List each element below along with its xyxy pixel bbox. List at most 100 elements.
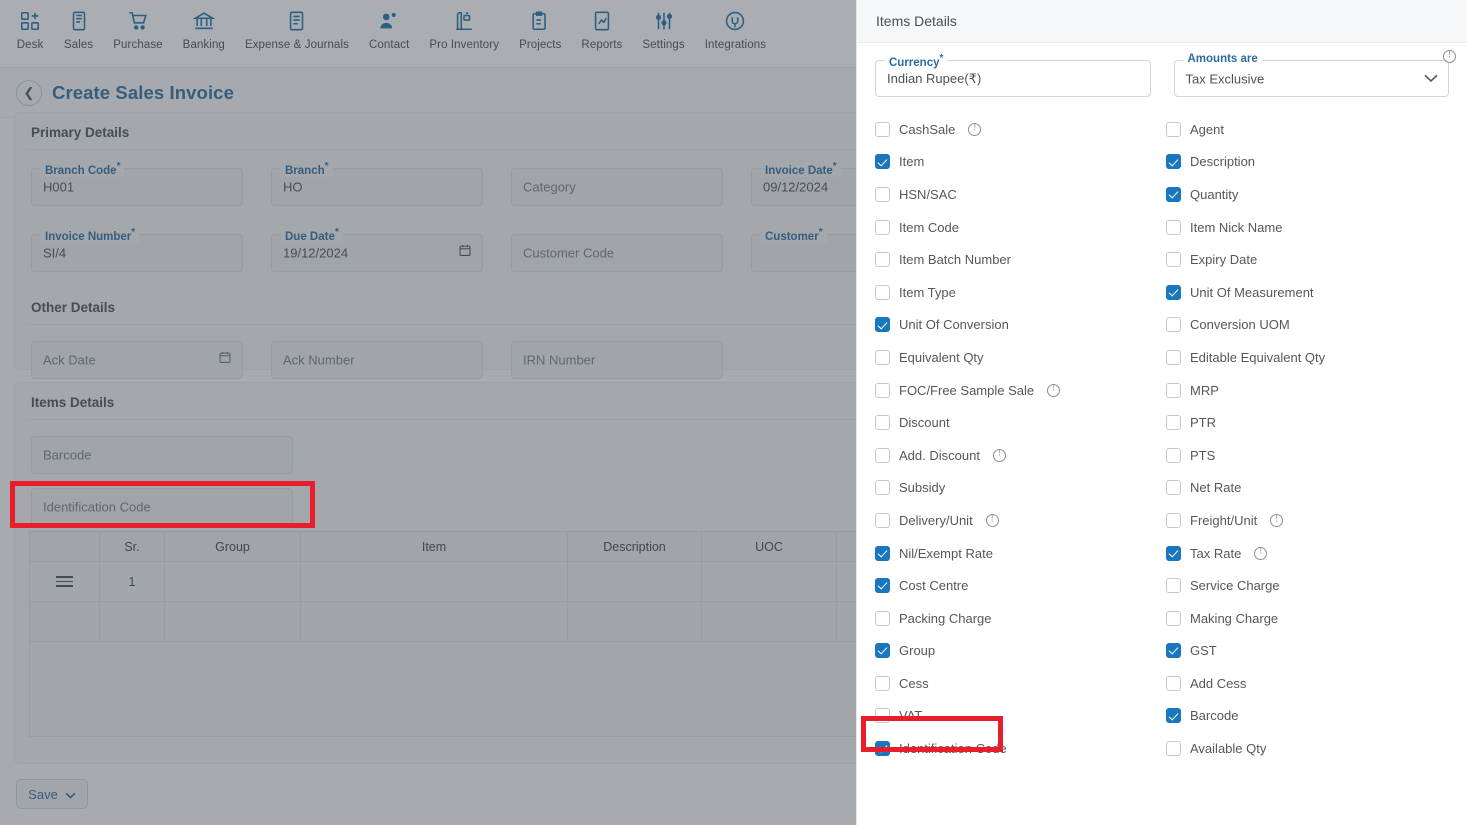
checkbox-item-conversion-uom[interactable]: Conversion UOM [1166,309,1449,342]
checkbox-item-quantity[interactable]: Quantity [1166,178,1449,211]
checkbox-icon[interactable] [1166,317,1181,333]
checkbox-item-add-cess[interactable]: Add Cess [1166,667,1449,700]
irn-number-field[interactable]: IRN Number [511,341,723,379]
checkbox-item-subsidy[interactable]: Subsidy [875,472,1166,505]
nav-item-projects[interactable]: Projects [509,0,571,51]
info-icon[interactable]: ! [985,513,999,527]
customer-code-field[interactable]: Customer Code [511,234,723,272]
checkbox-icon[interactable] [875,284,890,300]
checkbox-item-equivalent-qty[interactable]: Equivalent Qty [875,341,1166,374]
identification-code-field[interactable]: Identification Code [31,488,293,526]
nav-item-desk[interactable]: Desk [6,0,54,51]
branch-field[interactable]: Branch* HO [271,161,483,206]
checkbox-item-item-code[interactable]: Item Code [875,211,1166,244]
checkbox-icon[interactable] [875,382,890,398]
checkbox-item-packing-charge[interactable]: Packing Charge [875,602,1166,635]
nav-item-reports[interactable]: Reports [571,0,632,51]
checkbox-item-cess[interactable]: Cess [875,667,1166,700]
calendar-icon[interactable] [218,350,232,370]
checkbox-icon[interactable] [1166,382,1181,398]
checkbox-item-cost-centre[interactable]: Cost Centre [875,569,1166,602]
checkbox-item-item-batch-number[interactable]: Item Batch Number [875,243,1166,276]
checkbox-icon[interactable] [1166,643,1181,659]
chevron-down-icon[interactable] [1424,70,1438,88]
checkbox-item-nil-exempt-rate[interactable]: Nil/Exempt Rate [875,537,1166,570]
category-field[interactable]: Category [511,168,723,206]
checkbox-item-add-discount[interactable]: Add. Discount! [875,439,1166,472]
checkbox-item-description[interactable]: Description [1166,146,1449,179]
checkbox-icon[interactable] [875,154,890,170]
checkbox-item-delivery-unit[interactable]: Delivery/Unit! [875,504,1166,537]
checkbox-item-service-charge[interactable]: Service Charge [1166,569,1449,602]
checkbox-item-cashsale[interactable]: CashSale! [875,113,1166,146]
checkbox-icon[interactable] [1166,708,1181,724]
checkbox-item-making-charge[interactable]: Making Charge [1166,602,1449,635]
checkbox-icon[interactable] [875,708,890,724]
checkbox-icon[interactable] [1166,219,1181,235]
checkbox-icon[interactable] [875,480,890,496]
checkbox-icon[interactable] [875,415,890,431]
checkbox-item-item[interactable]: Item [875,146,1166,179]
checkbox-icon[interactable] [1166,610,1181,626]
due-date-field[interactable]: Due Date* 19/12/2024 [271,227,483,272]
row-drag-handle[interactable] [30,562,100,601]
cell-group[interactable] [165,562,301,601]
checkbox-item-ptr[interactable]: PTR [1166,406,1449,439]
checkbox-icon[interactable] [1166,447,1181,463]
amounts-are-field[interactable]: Amounts are Tax Exclusive ! [1173,50,1456,97]
barcode-field[interactable]: Barcode [31,436,293,474]
checkbox-icon[interactable] [1166,545,1181,561]
checkbox-item-group[interactable]: Group [875,635,1166,668]
checkbox-item-tax-rate[interactable]: Tax Rate! [1166,537,1449,570]
checkbox-item-barcode[interactable]: Barcode [1166,700,1449,733]
ack-date-field[interactable]: Ack Date [31,341,243,379]
customer-field[interactable]: Customer* [751,227,856,272]
checkbox-icon[interactable] [875,578,890,594]
currency-field[interactable]: Currency* Indian Rupee(₹) [875,53,1151,97]
checkbox-icon[interactable] [875,675,890,691]
checkbox-icon[interactable] [1166,186,1181,202]
ack-number-field[interactable]: Ack Number [271,341,483,379]
checkbox-item-item-type[interactable]: Item Type [875,276,1166,309]
checkbox-icon[interactable] [1166,480,1181,496]
checkbox-icon[interactable] [1166,252,1181,268]
checkbox-icon[interactable] [1166,284,1181,300]
checkbox-icon[interactable] [1166,675,1181,691]
checkbox-icon[interactable] [875,186,890,202]
checkbox-icon[interactable] [1166,154,1181,170]
checkbox-item-agent[interactable]: Agent [1166,113,1449,146]
nav-item-expense-journals[interactable]: Expense & Journals [235,0,359,51]
checkbox-item-unit-of-conversion[interactable]: Unit Of Conversion [875,309,1166,342]
checkbox-item-discount[interactable]: Discount [875,406,1166,439]
info-icon[interactable]: ! [968,122,982,136]
invoice-date-field[interactable]: Invoice Date* 09/12/2024 [751,161,856,206]
checkbox-icon[interactable] [875,447,890,463]
nav-item-pro-inventory[interactable]: Pro Inventory [419,0,509,51]
info-icon[interactable]: ! [1270,513,1284,527]
checkbox-item-identification-code[interactable]: Identification Code [875,732,1166,765]
checkbox-item-freight-unit[interactable]: Freight/Unit! [1166,504,1449,537]
cell-uoc[interactable] [702,562,837,601]
checkbox-item-foc-free-sample-sale[interactable]: FOC/Free Sample Sale! [875,374,1166,407]
checkbox-item-available-qty[interactable]: Available Qty [1166,732,1449,765]
checkbox-item-gst[interactable]: GST [1166,635,1449,668]
info-icon[interactable]: ! [1047,383,1061,397]
nav-item-purchase[interactable]: Purchase [103,0,172,51]
cell-description[interactable] [568,562,702,601]
nav-item-settings[interactable]: Settings [632,0,694,51]
checkbox-icon[interactable] [1166,121,1181,137]
checkbox-item-vat[interactable]: VAT [875,700,1166,733]
checkbox-item-hsn-sac[interactable]: HSN/SAC [875,178,1166,211]
checkbox-item-pts[interactable]: PTS [1166,439,1449,472]
info-icon[interactable]: ! [992,448,1006,462]
checkbox-icon[interactable] [1166,578,1181,594]
branch-code-field[interactable]: Branch Code* H001 [31,161,243,206]
checkbox-icon[interactable] [1166,349,1181,365]
back-button[interactable]: ❮ [16,79,42,106]
checkbox-item-mrp[interactable]: MRP [1166,374,1449,407]
checkbox-item-expiry-date[interactable]: Expiry Date [1166,243,1449,276]
checkbox-icon[interactable] [875,643,890,659]
calendar-icon[interactable] [458,243,472,263]
checkbox-icon[interactable] [875,741,890,757]
save-button[interactable]: Save [16,779,88,809]
